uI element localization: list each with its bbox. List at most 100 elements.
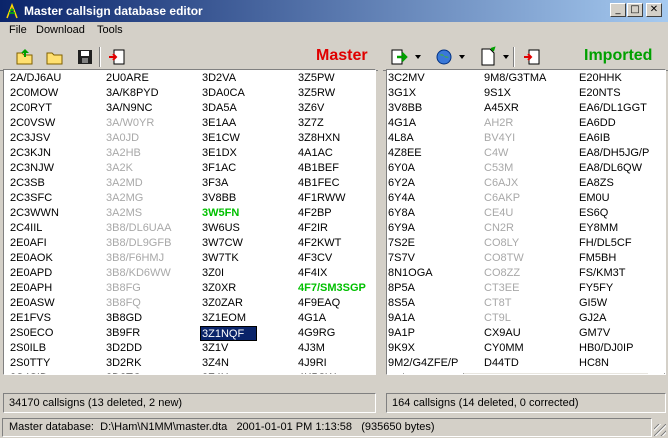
callsign-row[interactable]: CO8TW — [484, 251, 546, 266]
callsign-row[interactable]: EA6IB — [579, 131, 649, 146]
callsign-row[interactable]: 3F3A — [202, 176, 246, 191]
callsign-row[interactable]: 3B9FR — [106, 326, 171, 341]
callsign-row[interactable]: 4G1A — [298, 311, 366, 326]
callsign-row[interactable]: CT9L — [484, 311, 546, 326]
callsign-row[interactable]: 3A0JD — [106, 131, 171, 146]
callsign-row[interactable]: 4J9RI — [298, 356, 366, 371]
import-button[interactable] — [389, 46, 411, 68]
callsign-row[interactable]: 3A2MD — [106, 176, 171, 191]
callsign-row[interactable]: 4J3M — [298, 341, 366, 356]
callsign-row[interactable]: 7S7V — [388, 251, 458, 266]
callsign-row[interactable]: 2S0TTY — [10, 356, 61, 371]
callsign-row[interactable]: GJ2A — [579, 311, 649, 326]
callsign-row[interactable]: 2A/DJ6AU — [10, 71, 61, 86]
callsign-row[interactable]: 3A/N9NC — [106, 101, 171, 116]
callsign-row[interactable]: C4W — [484, 146, 546, 161]
new-button[interactable] — [477, 46, 499, 68]
callsign-row[interactable]: 2U0ARE — [106, 71, 171, 86]
callsign-row[interactable]: 3A/W0YR — [106, 116, 171, 131]
callsign-row[interactable]: FS/KM3T — [579, 266, 649, 281]
menu-tools[interactable]: Tools — [97, 24, 123, 36]
callsign-row[interactable]: 3W7CW — [202, 236, 246, 251]
callsign-row[interactable]: EA8/DH5JG/P — [579, 146, 649, 161]
minimize-button[interactable]: _ — [610, 3, 626, 17]
callsign-row[interactable]: 3B8GD — [106, 311, 171, 326]
callsign-row[interactable]: 6Y9A — [388, 221, 458, 236]
callsign-row[interactable]: 2C0RYT — [10, 101, 61, 116]
callsign-row[interactable]: EM0U — [579, 191, 649, 206]
callsign-row[interactable]: 9M2/G4ZFE/P — [388, 356, 458, 371]
callsign-row[interactable]: EA6DD — [579, 116, 649, 131]
callsign-row[interactable]: C6AJX — [484, 176, 546, 191]
callsign-row[interactable]: 3B8/KD6WW — [106, 266, 171, 281]
callsign-row[interactable]: CO8LY — [484, 236, 546, 251]
callsign-row[interactable]: 2S0ILB — [10, 341, 61, 356]
maximize-button[interactable]: □ — [627, 3, 643, 17]
callsign-row[interactable]: C6AKP — [484, 191, 546, 206]
callsign-row[interactable]: 4G9RG — [298, 326, 366, 341]
callsign-row[interactable]: 9K9X — [388, 341, 458, 356]
open-folder-button[interactable] — [14, 46, 36, 68]
callsign-row[interactable]: 9A1P — [388, 326, 458, 341]
callsign-row[interactable]: 3Z5PW — [298, 71, 366, 86]
callsign-row[interactable]: CT3EE — [484, 281, 546, 296]
callsign-row[interactable]: GM7V — [579, 326, 649, 341]
callsign-row[interactable]: 9S1X — [484, 86, 546, 101]
callsign-row[interactable]: 3B8/F6HMJ — [106, 251, 171, 266]
callsign-row[interactable]: EA8ZS — [579, 176, 649, 191]
callsign-row[interactable]: CN2R — [484, 221, 546, 236]
callsign-row[interactable]: 2C3WWN — [10, 206, 61, 221]
callsign-row[interactable]: 3E1DX — [202, 146, 246, 161]
exit-imported-button[interactable] — [521, 46, 543, 68]
callsign-row[interactable]: 2E0AOK — [10, 251, 61, 266]
callsign-row[interactable]: FM5BH — [579, 251, 649, 266]
menu-file[interactable]: File — [9, 24, 27, 36]
callsign-row[interactable]: BV4YI — [484, 131, 546, 146]
master-callsign-list[interactable]: 2A/DJ6AU 2C0MOW 2C0RYT 2C0VSW 2C3JSV 2C3KJN 2C… — [3, 69, 376, 375]
download-button[interactable] — [433, 46, 455, 68]
callsign-row[interactable]: CE4U — [484, 206, 546, 221]
callsign-row[interactable]: 2E1FVS — [10, 311, 61, 326]
callsign-row[interactable]: 3Z7Z — [298, 116, 366, 131]
callsign-row[interactable]: EA6/DL1GGT — [579, 101, 649, 116]
callsign-row[interactable]: 3Z0ZAR — [202, 296, 246, 311]
callsign-row[interactable]: 2S0ECO — [10, 326, 61, 341]
callsign-row[interactable]: 3W6US — [202, 221, 246, 236]
callsign-row[interactable]: 4F3CV — [298, 251, 366, 266]
callsign-row[interactable]: 6Y4A — [388, 191, 458, 206]
callsign-row[interactable]: 3F1AC — [202, 161, 246, 176]
callsign-row[interactable]: 4F9EAQ — [298, 296, 366, 311]
callsign-row[interactable]: 4F2IR — [298, 221, 366, 236]
callsign-row[interactable]: 3Z0I — [202, 266, 246, 281]
callsign-row[interactable]: 2E0ASW — [10, 296, 61, 311]
callsign-row[interactable]: 3Z5RW — [298, 86, 366, 101]
callsign-edit-input[interactable] — [199, 325, 258, 342]
callsign-row[interactable]: 6Y2A — [388, 176, 458, 191]
imported-callsign-list[interactable]: 3C2MV 3G1X 3V8BB 4G1A 4L8A 4Z8EE 6Y0A 6Y2A 6Y4A 6… — [386, 69, 666, 375]
callsign-row[interactable]: 4A1AC — [298, 146, 366, 161]
callsign-row[interactable]: 4F1RWW — [298, 191, 366, 206]
callsign-row[interactable]: 2S4SID — [10, 371, 61, 374]
imported-hscroll[interactable] — [387, 373, 665, 374]
callsign-row[interactable]: 3E1CW — [202, 131, 246, 146]
folder-button[interactable] — [44, 46, 66, 68]
callsign-row[interactable]: 3B8/DL6UAA — [106, 221, 171, 236]
callsign-row[interactable]: CY0MM — [484, 341, 546, 356]
menu-download[interactable]: Download — [36, 24, 85, 36]
callsign-row[interactable]: 3W5FN — [202, 206, 246, 221]
callsign-row[interactable]: HC8N — [579, 356, 649, 371]
callsign-row[interactable]: 3B8FG — [106, 281, 171, 296]
callsign-row[interactable]: 3D2DD — [106, 341, 171, 356]
callsign-row[interactable]: 6Y0A — [388, 161, 458, 176]
callsign-row[interactable]: 3D2TC — [106, 371, 171, 374]
callsign-row[interactable]: 4B1FEC — [298, 176, 366, 191]
callsign-row[interactable]: 3Z6V — [298, 101, 366, 116]
callsign-row[interactable]: 3D2RK — [106, 356, 171, 371]
callsign-row[interactable]: 8S5A — [388, 296, 458, 311]
callsign-row[interactable]: 7S2E — [388, 236, 458, 251]
callsign-row[interactable]: 2E0APH — [10, 281, 61, 296]
callsign-row[interactable]: 3Z4N — [202, 356, 246, 371]
callsign-row[interactable]: AH2R — [484, 116, 546, 131]
callsign-row[interactable]: 3B8/DL9GFB — [106, 236, 171, 251]
callsign-row[interactable]: FH/DL5CF — [579, 236, 649, 251]
